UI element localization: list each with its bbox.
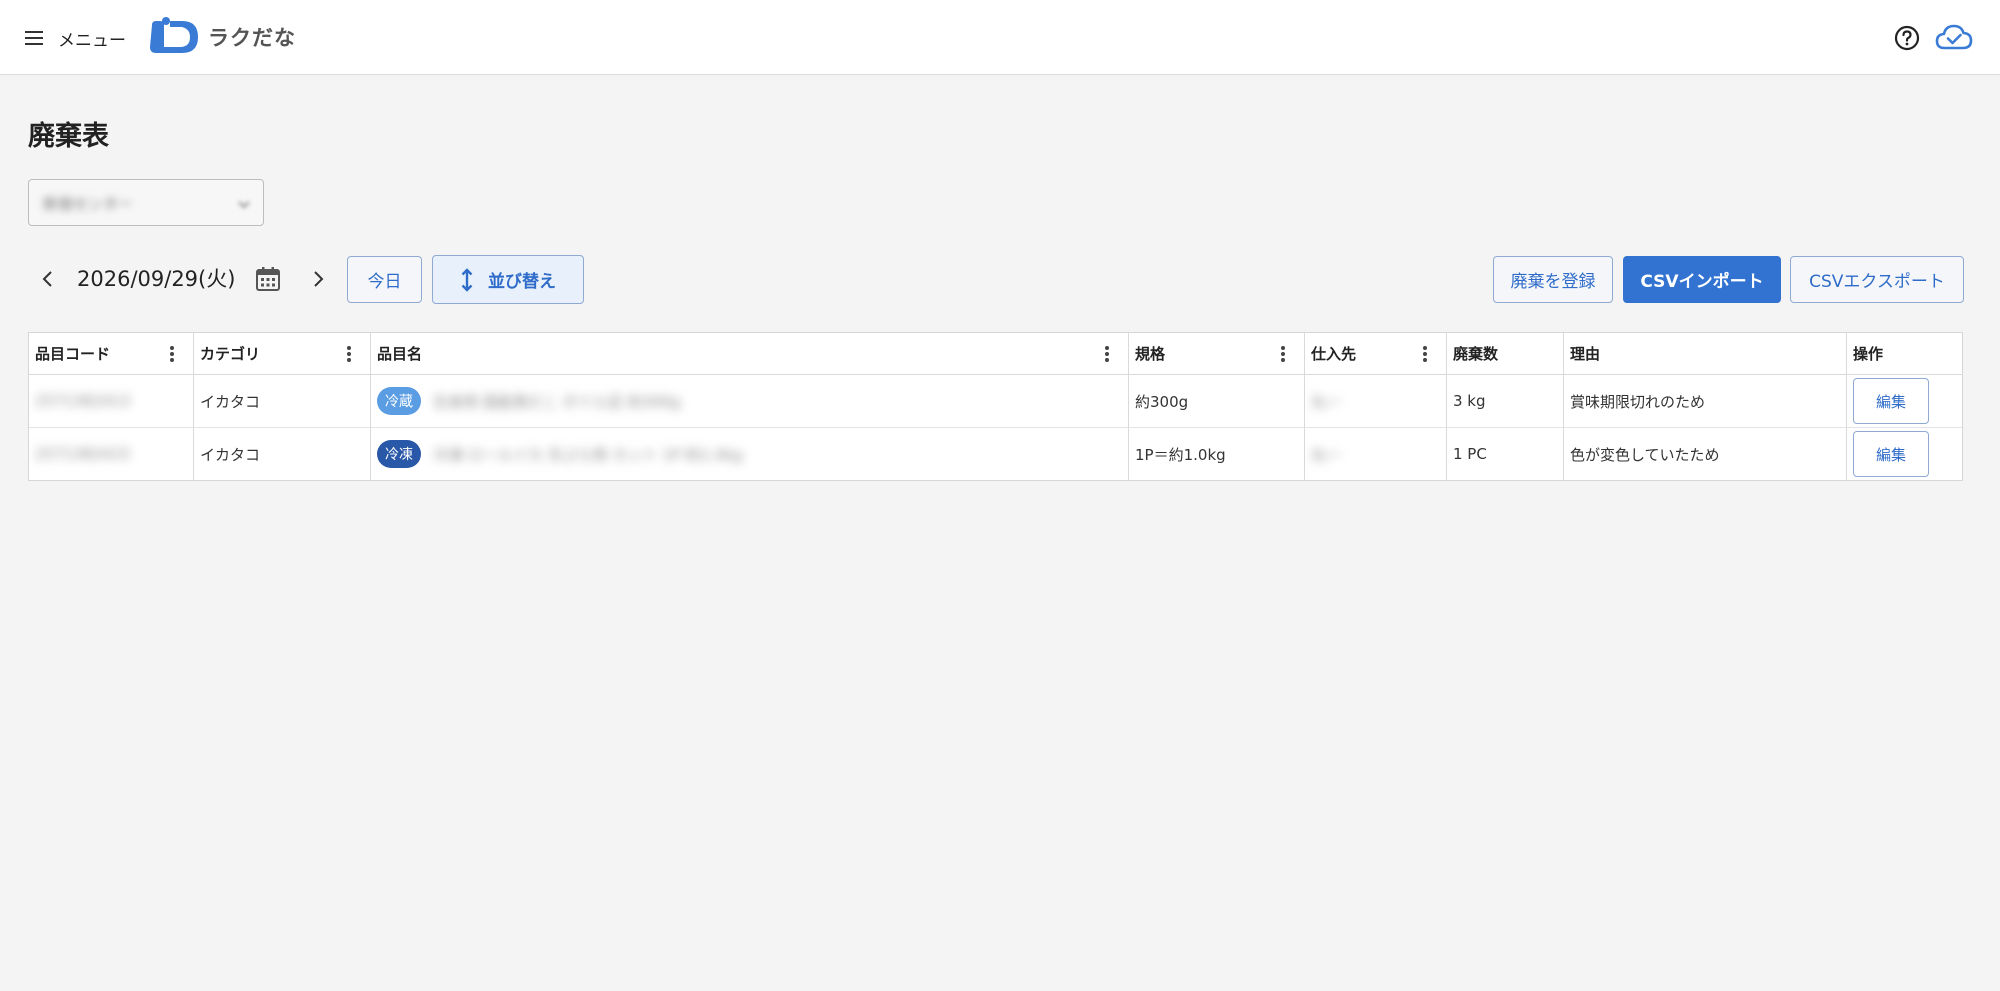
item-name: 冷凍 ロールイカ 天ぷら用 カット 1P 約1.0kg [433,445,743,464]
next-day-button[interactable] [306,264,330,294]
prev-day-button[interactable] [36,264,60,294]
table-cell-supplier: 丸一 [1305,375,1447,428]
table-cell-code: 2571382413 [29,375,194,428]
column-header-label: カテゴリ [200,345,261,363]
edit-button[interactable]: 編集 [1853,431,1929,477]
menu-label: メニュー [58,30,126,51]
table-cell-name: 冷凍 冷凍 ロールイカ 天ぷら用 カット 1P 約1.0kg [371,428,1129,480]
column-menu-icon[interactable] [1104,345,1110,363]
item-category: イカタコ [200,445,261,464]
column-header-spec[interactable]: 規格 [1129,333,1305,375]
table-cell-category: イカタコ [194,428,371,480]
sort-vertical-icon [461,267,473,292]
chevron-left-icon [42,271,52,287]
table-cell-spec: 1P＝約1.0kg [1129,428,1305,480]
column-header-name[interactable]: 品目名 [371,333,1129,375]
page-title: 廃棄表 [28,121,109,152]
logo-wordmark: ラクだな [208,26,296,50]
chevron-down-icon [237,197,251,211]
table-cell-name: 冷蔵 生食用 国産真だこ ボイル足 約300g [371,375,1129,428]
item-supplier: 丸一 [1311,392,1342,411]
table-cell-quantity: 3 kg [1447,375,1564,428]
column-header-label: 仕入先 [1311,345,1357,363]
column-header-label: 規格 [1135,345,1166,363]
csv-import-button[interactable]: CSVインポート [1623,256,1781,303]
table-cell-quantity: 1 PC [1447,428,1564,480]
table-cell-code: 2571382415 [29,428,194,480]
hamburger-icon [22,26,46,50]
register-disposal-button[interactable]: 廃棄を登録 [1493,256,1613,303]
item-code: 2571382413 [35,392,131,410]
column-header-reason: 理由 [1564,333,1847,375]
column-header-label: 操作 [1853,345,1884,363]
menu-button[interactable]: メニュー [22,20,126,56]
table-cell-reason: 賞味期限切れのため [1564,375,1847,428]
help-icon[interactable] [1893,24,1921,52]
column-header-label: 品目名 [377,345,423,363]
sort-button[interactable]: 並び替え [432,255,584,304]
item-spec: 約300g [1135,392,1189,411]
column-header-label: 理由 [1570,345,1601,363]
item-spec: 1P＝約1.0kg [1135,445,1226,464]
table-cell-spec: 約300g [1129,375,1305,428]
column-menu-icon[interactable] [1280,345,1286,363]
column-header-code[interactable]: 品目コード [29,333,194,375]
chevron-right-icon [314,271,324,287]
sort-button-label: 並び替え [488,272,556,292]
disposal-reason: 賞味期限切れのため [1570,392,1706,411]
disposal-quantity: 3 kg [1453,392,1486,410]
storage-tag: 冷蔵 [377,387,421,415]
store-select[interactable]: 新宿センター [28,179,264,226]
column-header-label: 廃棄数 [1453,345,1499,363]
column-header-category[interactable]: カテゴリ [194,333,371,375]
table-cell-reason: 色が変色していたため [1564,428,1847,480]
column-header-quantity: 廃棄数 [1447,333,1564,375]
today-button[interactable]: 今日 [347,256,422,303]
column-header-label: 品目コード [35,345,111,363]
item-name: 生食用 国産真だこ ボイル足 約300g [433,392,681,411]
column-header-action: 操作 [1847,333,1962,375]
disposal-reason: 色が変色していたため [1570,445,1720,464]
column-header-supplier[interactable]: 仕入先 [1305,333,1447,375]
item-code: 2571382415 [35,445,131,463]
storage-tag: 冷凍 [377,440,421,468]
table-cell-action: 編集 [1847,375,1962,428]
column-menu-icon[interactable] [169,345,175,363]
edit-button[interactable]: 編集 [1853,378,1929,424]
calendar-icon[interactable] [254,265,282,293]
column-menu-icon[interactable] [1422,345,1428,363]
item-category: イカタコ [200,392,261,411]
store-select-value: 新宿センター [43,195,134,213]
disposal-quantity: 1 PC [1453,445,1487,463]
app-logo: ラクだな [146,16,296,58]
table-cell-supplier: 丸一 [1305,428,1447,480]
column-menu-icon[interactable] [346,345,352,363]
table-cell-action: 編集 [1847,428,1962,480]
app-header: メニュー ラクだな [0,0,2000,75]
item-supplier: 丸一 [1311,445,1342,464]
cloud-sync-icon[interactable] [1934,20,1974,54]
current-date: 2026/09/29(火) [77,267,236,291]
logo-mark-icon [150,17,198,53]
disposal-table: 品目コード カテゴリ 品目名 規格 仕入先 廃棄数 理由 操作 25713824… [28,332,1963,481]
csv-export-button[interactable]: CSVエクスポート [1790,256,1964,303]
table-cell-category: イカタコ [194,375,371,428]
